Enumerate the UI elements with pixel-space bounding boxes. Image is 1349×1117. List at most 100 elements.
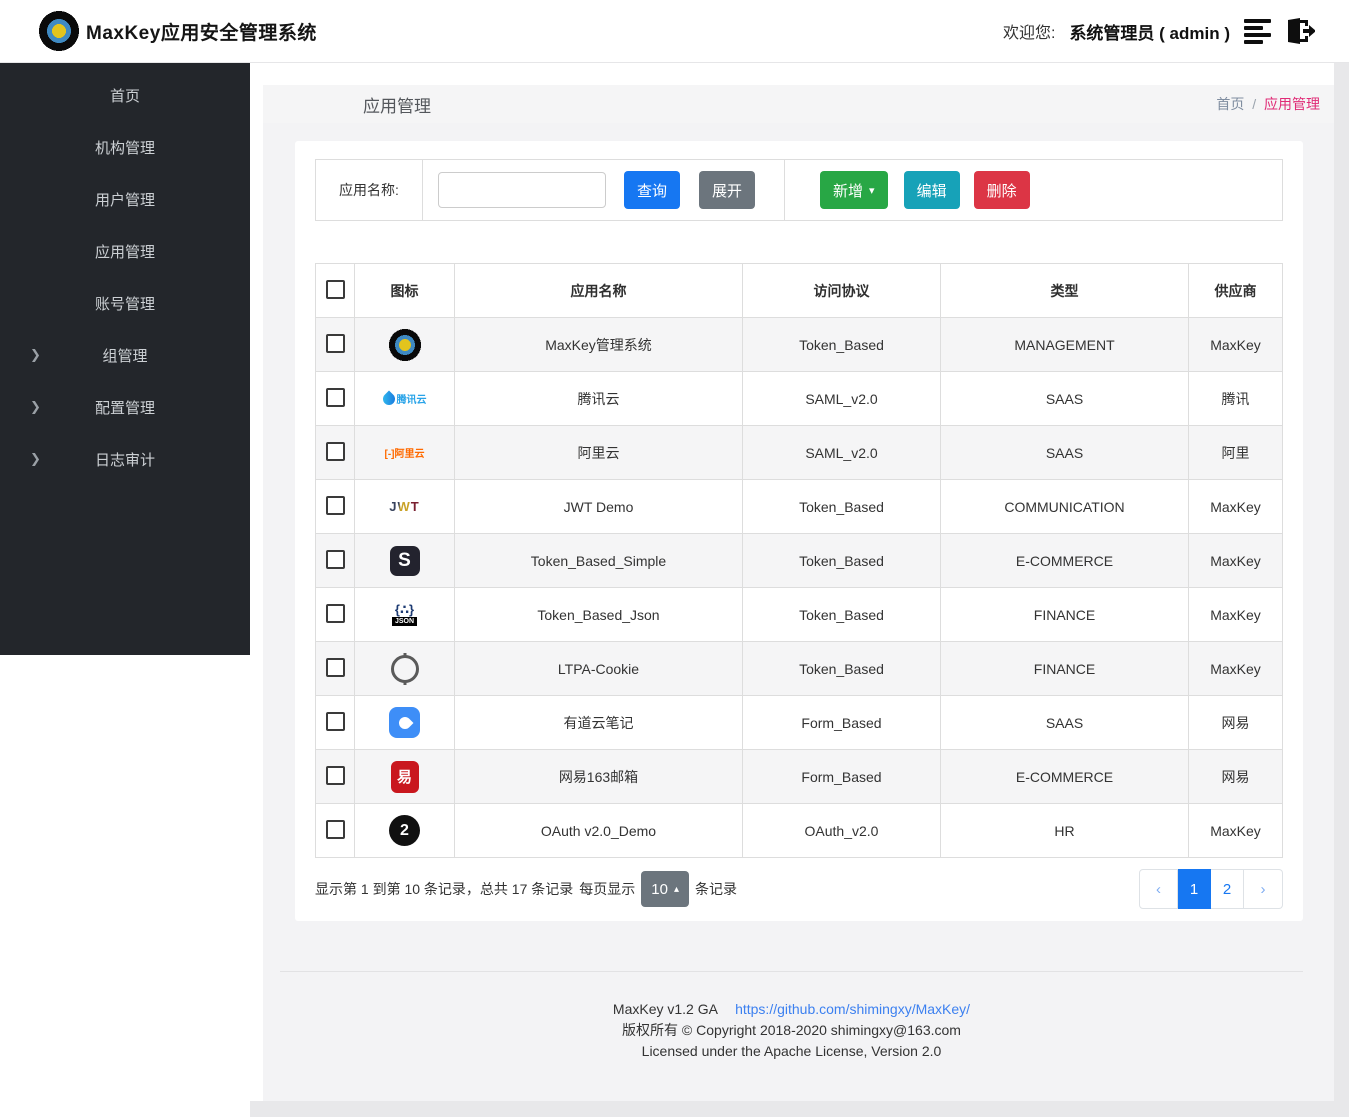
pagination-summary: 显示第 1 到第 10 条记录，总共 17 条记录 每页显示 10 ▴ 条记录	[315, 871, 737, 907]
table-row[interactable]: 腾讯云 腾讯云 SAML_v2.0 SAAS 腾讯	[315, 371, 1283, 426]
app-name-cell: LTPA-Cookie	[454, 641, 743, 696]
select-all-cell	[315, 263, 355, 318]
json-icon: {∴} JSON	[382, 594, 428, 636]
protocol-cell: Form_Based	[742, 749, 941, 804]
table-row[interactable]: [-]阿里云 阿里云 SAML_v2.0 SAAS 阿里	[315, 425, 1283, 480]
protocol-cell: Token_Based	[742, 533, 941, 588]
sidebar: 首页机构管理用户管理 应用管理账号管理 ❯ 组管理 ❯ 配置管理 ❯ 日志审计	[0, 63, 250, 655]
table-row[interactable]: LTPA-Cookie Token_Based FINANCE MaxKey	[315, 641, 1283, 696]
footer: MaxKey v1.2 GA https://github.com/shimin…	[280, 971, 1303, 1062]
logout-icon[interactable]	[1285, 16, 1315, 46]
protocol-cell: SAML_v2.0	[742, 425, 941, 480]
table-row[interactable]: 2 OAuth v2.0_Demo OAuth_v2.0 HR MaxKey	[315, 803, 1283, 858]
horizontal-scrollbar-track[interactable]	[250, 1101, 1349, 1117]
protocol-cell: Token_Based	[742, 317, 941, 372]
expand-button[interactable]: 展开	[699, 171, 756, 209]
row-checkbox[interactable]	[325, 819, 345, 839]
row-checkbox[interactable]	[325, 441, 345, 461]
sidebar-item-7[interactable]: ❯ 日志审计	[0, 433, 250, 485]
row-checkbox[interactable]	[325, 495, 345, 515]
toolbar-divider	[784, 160, 786, 220]
row-checkbox[interactable]	[325, 603, 345, 623]
table-row[interactable]: 易网易163邮箱 Form_Based E-COMMERCE 网易	[315, 749, 1283, 804]
records-summary: 显示第 1 到第 10 条记录，总共 17 条记录	[315, 881, 574, 897]
menu-icon[interactable]	[1244, 18, 1271, 44]
maxkey-logo-icon	[38, 10, 80, 52]
breadcrumb-home-link[interactable]: 首页	[1216, 96, 1244, 112]
vendor-cell: MaxKey	[1188, 479, 1283, 534]
protocol-cell: Token_Based	[742, 587, 941, 642]
sidebar-item-6[interactable]: ❯ 配置管理	[0, 381, 250, 433]
app-name-cell: 有道云笔记	[454, 695, 743, 750]
edit-button[interactable]: 编辑	[903, 171, 960, 209]
page-size-dropdown[interactable]: 10 ▴	[641, 871, 689, 907]
jwt-icon: JWT	[389, 499, 420, 514]
sidebar-item-3[interactable]: 应用管理	[0, 225, 250, 277]
select-all-checkbox[interactable]	[325, 279, 345, 299]
row-checkbox[interactable]	[325, 765, 345, 785]
row-checkbox[interactable]	[325, 549, 345, 569]
vertical-scrollbar-track[interactable]	[1334, 63, 1349, 1117]
caret-up-icon: ▴	[673, 883, 679, 895]
chevron-right-icon: ❯	[30, 347, 41, 362]
table-row[interactable]: S Token_Based_Simple Token_Based E-COMMERCE…	[315, 533, 1283, 588]
add-button[interactable]: 新增 ▾	[820, 171, 888, 209]
vendor-cell: 腾讯	[1188, 371, 1283, 426]
sidebar-item-1[interactable]: 机构管理	[0, 121, 250, 173]
per-page-label: 每页显示	[579, 881, 636, 897]
records-unit-label: 条记录	[695, 881, 737, 897]
sidebar-item-4[interactable]: 账号管理	[0, 277, 250, 329]
sidebar-item-label: 账号管理	[94, 295, 155, 313]
youdao-icon	[382, 702, 428, 744]
row-checkbox[interactable]	[325, 333, 345, 353]
oauth2-icon: 2	[382, 810, 428, 852]
row-checkbox[interactable]	[325, 387, 345, 407]
top-header: MaxKey应用安全管理系统 欢迎您: 系统管理员 ( admin )	[0, 0, 1349, 63]
type-cell: SAAS	[940, 425, 1189, 480]
sidebar-item-0[interactable]: 首页	[0, 69, 250, 121]
protocol-cell: OAuth_v2.0	[742, 803, 941, 858]
page-title: 应用管理	[363, 96, 431, 116]
protocol-cell: Form_Based	[742, 695, 941, 750]
menu-icon-bars	[1244, 18, 1271, 44]
user-area: 欢迎您: 系统管理员 ( admin )	[1003, 16, 1315, 46]
delete-button[interactable]: 删除	[973, 171, 1030, 209]
column-header: 访问协议	[742, 263, 941, 318]
app-name-input[interactable]	[438, 172, 606, 208]
sidebar-item-label: 机构管理	[94, 139, 155, 157]
type-cell: SAAS	[940, 695, 1189, 750]
github-link[interactable]: https://github.com/shimingxy/MaxKey/	[735, 1001, 970, 1017]
table-row[interactable]: JWT JWT Demo Token_Based COMMUNICATION MaxKe…	[315, 479, 1283, 534]
left-column: 首页机构管理用户管理 应用管理账号管理 ❯ 组管理 ❯ 配置管理 ❯ 日志审计	[0, 63, 250, 1117]
table-row[interactable]: {∴} JSON Token_Based_Json Token_Based FINANC…	[315, 587, 1283, 642]
footer-license: Licensed under the Apache License, Versi…	[641, 1043, 942, 1059]
caret-down-icon: ▾	[869, 184, 875, 197]
main-area: 应用管理 首页 / 应用管理 应用名称: 查询 展开 新增 ▾ 编辑 删除 图标…	[250, 63, 1349, 1117]
app-name-cell: MaxKey管理系统	[454, 317, 743, 372]
table-row[interactable]: 有道云笔记 Form_Based SAAS 网易	[315, 695, 1283, 750]
page-button-2[interactable]: 2	[1211, 869, 1244, 909]
ltpa-icon	[382, 648, 428, 690]
prev-page-button[interactable]: ‹	[1139, 869, 1178, 909]
protocol-cell: SAML_v2.0	[742, 371, 941, 426]
type-cell: COMMUNICATION	[940, 479, 1189, 534]
app-name-cell: Token_Based_Json	[454, 587, 743, 642]
applications-table: 图标 应用名称 访问协议 类型 供应商 MaxKey管理系统 Token_Based MAN…	[315, 263, 1283, 858]
table-row[interactable]: MaxKey管理系统 Token_Based MANAGEMENT MaxKey	[315, 317, 1283, 372]
sidebar-item-2[interactable]: 用户管理	[0, 173, 250, 225]
row-checkbox[interactable]	[325, 711, 345, 731]
vendor-cell: MaxKey	[1188, 533, 1283, 588]
app-name-label: 应用名称:	[316, 160, 423, 220]
query-button[interactable]: 查询	[624, 171, 681, 209]
vendor-cell: 阿里	[1188, 425, 1283, 480]
row-checkbox[interactable]	[325, 657, 345, 677]
column-header: 图标	[354, 263, 455, 318]
sidebar-item-5[interactable]: ❯ 组管理	[0, 329, 250, 381]
page-button-1[interactable]: 1	[1178, 869, 1211, 909]
sidebar-item-label: 首页	[109, 87, 140, 105]
app-name-cell: Token_Based_Simple	[454, 533, 743, 588]
pager: ‹ 1 2 ›	[1139, 869, 1283, 909]
type-cell: E-COMMERCE	[940, 749, 1189, 804]
next-page-button[interactable]: ›	[1244, 869, 1283, 909]
type-cell: MANAGEMENT	[940, 317, 1189, 372]
